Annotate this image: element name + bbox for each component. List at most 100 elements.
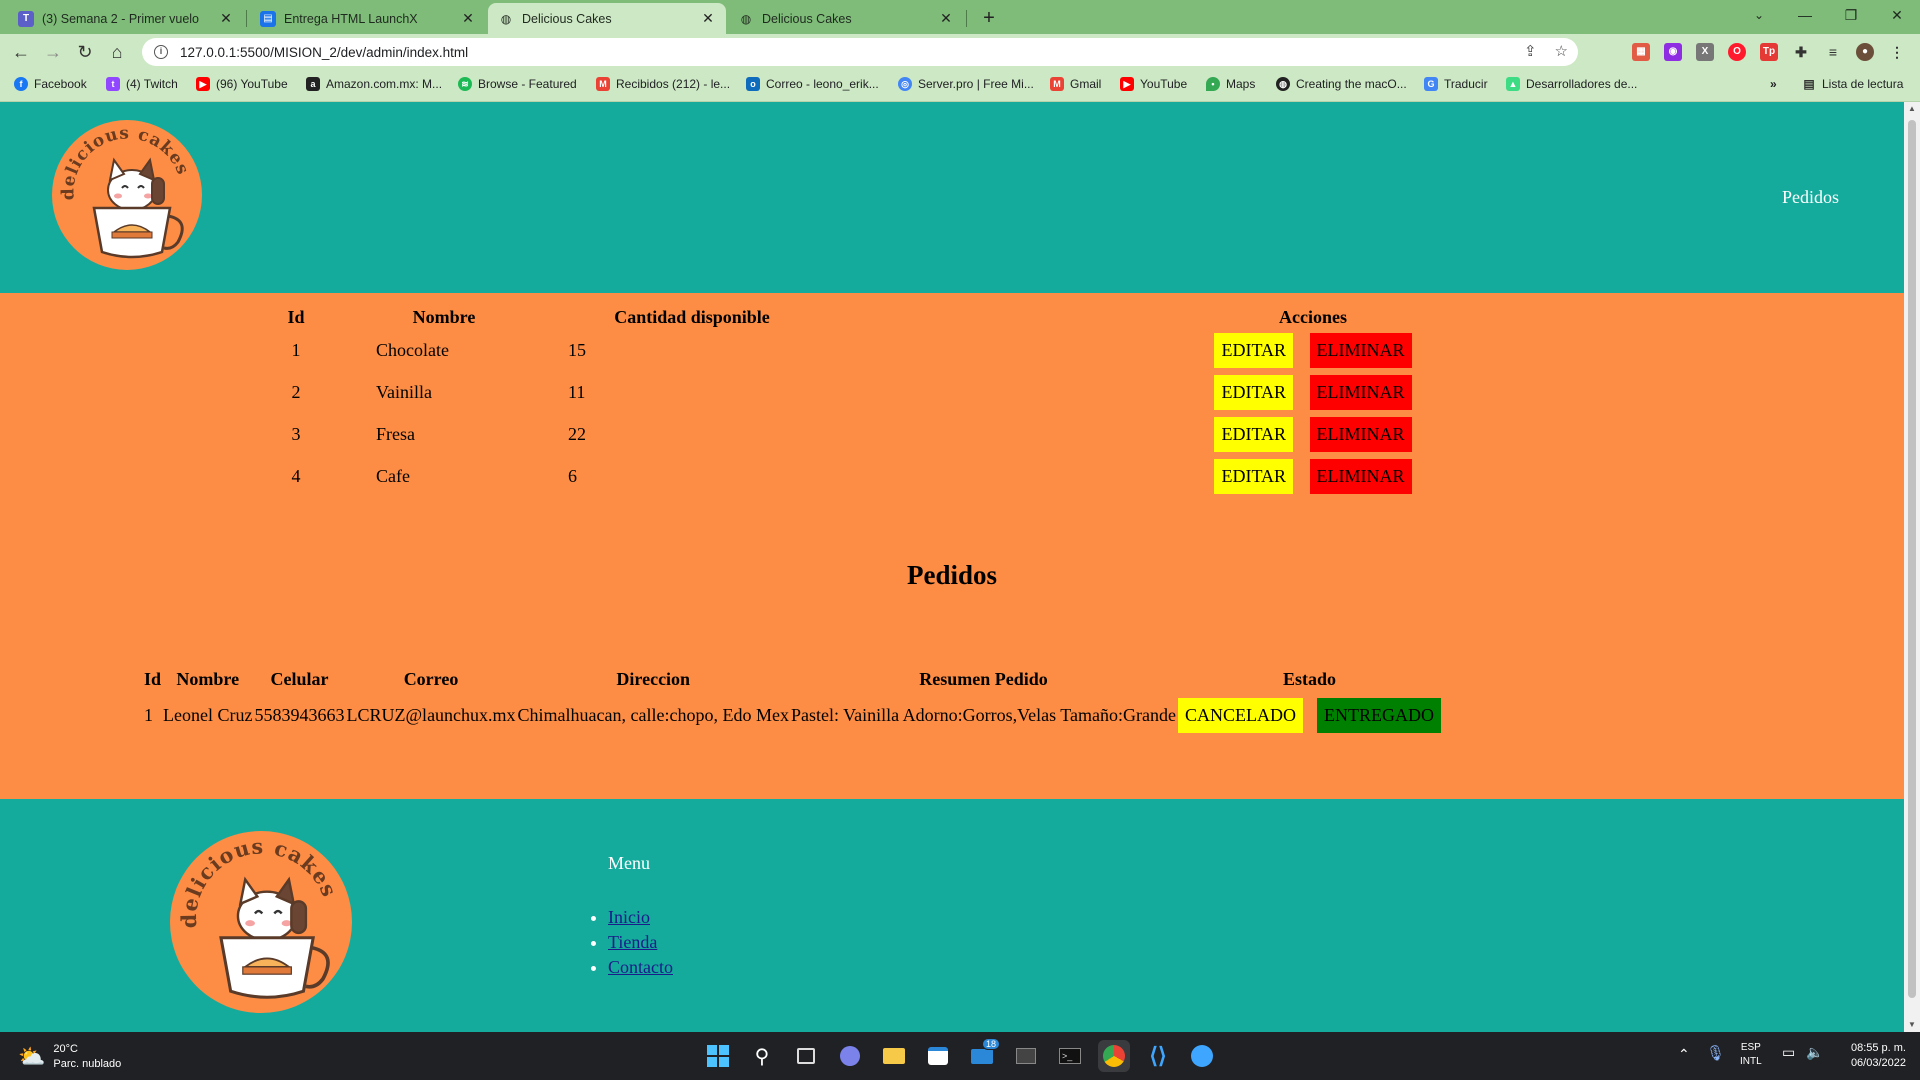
bookmark-facebook[interactable]: f Facebook [14,77,87,91]
opera-extension-icon[interactable]: O [1728,43,1746,61]
delete-button[interactable]: ELIMINAR [1309,458,1412,494]
cell-celular: 5583943663 [254,705,345,725]
site-info-icon[interactable]: i [154,45,168,59]
close-tab-icon[interactable]: ✕ [218,10,234,27]
task-view-icon[interactable] [790,1040,822,1072]
bookmark-youtube[interactable]: ▶ YouTube [1120,77,1187,91]
bookmark-serverpro[interactable]: ◎ Server.pro | Free Mi... [898,77,1034,91]
microsoft-store-icon[interactable] [922,1040,954,1072]
chrome-icon[interactable] [1098,1040,1130,1072]
extension-icon[interactable]: Tp [1760,43,1778,61]
new-tab-button[interactable]: + [976,5,1002,31]
scrollbar-thumb[interactable] [1908,120,1916,998]
clock-time: 08:55 p. m. [1850,1042,1906,1054]
scroll-down-icon[interactable]: ▼ [1904,1018,1920,1032]
scroll-up-icon[interactable]: ▲ [1904,102,1920,116]
tab-delicious-cakes-active[interactable]: ◍ Delicious Cakes ✕ [488,3,726,34]
browser-app-icon[interactable] [1186,1040,1218,1072]
back-icon[interactable]: ← [8,39,34,65]
bookmark-maps[interactable]: • Maps [1206,77,1255,91]
bookmark-translate[interactable]: G Traducir [1424,77,1488,91]
microphone-icon[interactable]: 🎙 [1706,1044,1725,1062]
weather-widget[interactable]: ⛅ 20°C Parc. nublado [18,1042,121,1072]
more-bookmarks-icon[interactable]: » [1770,77,1777,91]
search-icon[interactable]: ⚲ [746,1040,778,1072]
address-bar[interactable]: i 127.0.0.1:5500/MISION_2/dev/admin/inde… [142,38,1578,66]
bookmark-gmail[interactable]: M Gmail [1050,77,1101,91]
tab-launchx[interactable]: ▤ Entrega HTML LaunchX ✕ [250,3,486,34]
delete-button[interactable]: ELIMINAR [1309,416,1412,452]
teams-icon: T [18,10,34,27]
youtube-icon: ▶ [1120,77,1134,91]
mail-icon[interactable]: 18 [966,1038,1000,1072]
tab-teams[interactable]: T (3) Semana 2 - Primer vuelo ✕ [8,3,244,34]
restore-button[interactable]: ❐ [1828,0,1874,30]
close-tab-icon[interactable]: ✕ [460,10,476,27]
bookmark-star-icon[interactable]: ☆ [1555,42,1568,60]
terminal-icon[interactable]: >_ [1054,1040,1086,1072]
teams-chat-icon[interactable] [834,1040,866,1072]
delicious-cakes-logo[interactable]: delicious cakes [52,120,202,270]
menu-kebab-icon[interactable]: ⋮ [1888,43,1906,61]
share-icon[interactable]: ⇪ [1524,42,1537,60]
volume-icon[interactable]: 🔈 [1806,1044,1823,1061]
file-explorer-icon[interactable] [878,1040,910,1072]
cell-nombre: Vainilla [376,381,432,402]
bookmark-android-dev[interactable]: ▲ Desarrolladores de... [1506,77,1637,91]
delivered-button[interactable]: ENTREGADO [1316,698,1441,733]
nav-link-pedidos[interactable]: Pedidos [1782,187,1839,208]
reload-icon[interactable]: ↻ [72,39,98,65]
cell-estado-cancel: CANCELADO [1177,698,1303,733]
edit-button[interactable]: EDITAR [1214,374,1294,410]
footer-link-contacto[interactable]: Contacto [608,957,673,977]
forward-icon[interactable]: → [40,39,66,65]
extension-icon[interactable]: ▦ [1632,43,1650,61]
media-control-icon[interactable]: ≡ [1824,43,1842,61]
home-icon[interactable]: ⌂ [104,39,130,65]
cell-resumen: Pastel: Vainilla Adorno:Gorros,Velas Tam… [790,705,1176,725]
page-scrollbar[interactable]: ▲ ▼ [1904,102,1920,1032]
extension-icon[interactable]: X [1696,43,1714,61]
reading-list[interactable]: ▤ Lista de lectura [1802,77,1903,91]
delete-button[interactable]: ELIMINAR [1309,374,1412,410]
edit-button[interactable]: EDITAR [1214,458,1294,494]
bookmark-twitch[interactable]: t (4) Twitch [106,77,178,91]
bookmark-label: Server.pro | Free Mi... [918,77,1034,91]
keyboard-layout: INTL [1740,1056,1762,1067]
bookmark-label: (96) YouTube [216,77,288,91]
edit-button[interactable]: EDITAR [1214,416,1294,452]
clock[interactable]: 08:55 p. m. 06/03/2022 [1836,1041,1906,1071]
tab-search-icon[interactable]: ⌄ [1736,0,1782,30]
profile-avatar-icon[interactable]: ● [1856,43,1874,61]
col-header-estado: Estado [1282,668,1336,689]
bookmark-spotify[interactable]: ≋ Browse - Featured [458,77,577,91]
close-window-button[interactable]: ✕ [1874,0,1920,30]
col-header-correo: Correo [403,668,459,689]
show-hidden-icons-icon[interactable]: ⌃ [1678,1046,1690,1063]
windows-start-icon[interactable] [702,1040,734,1072]
cancelled-button[interactable]: CANCELADO [1177,698,1303,733]
cell-cantidad: 6 [568,465,577,486]
minimize-button[interactable]: — [1782,0,1828,30]
tab-delicious-cakes[interactable]: ◍ Delicious Cakes ✕ [728,3,964,34]
close-tab-icon[interactable]: ✕ [700,10,716,27]
puzzle-icon[interactable]: ✚ [1792,43,1810,61]
edit-button[interactable]: EDITAR [1214,332,1294,368]
bookmark-outlook[interactable]: o Correo - leono_erik... [746,77,879,91]
bookmark-gmail-inbox[interactable]: M Recibidos (212) - le... [596,77,730,91]
network-icon[interactable]: ▭ [1782,1044,1795,1061]
close-tab-icon[interactable]: ✕ [938,10,954,27]
cell-nombre: Leonel Cruz [163,705,253,725]
bookmark-amazon[interactable]: a Amazon.com.mx: M... [306,77,442,91]
footer-link-inicio[interactable]: Inicio [608,907,650,927]
calculator-icon[interactable] [1010,1040,1042,1072]
vscode-icon[interactable]: ⟨⟩ [1142,1040,1174,1072]
col-header-celular: Celular [270,668,329,689]
footer-link-tienda[interactable]: Tienda [608,932,657,952]
language-indicator[interactable]: ESP INTL [1740,1041,1762,1069]
page-viewport: delicious cakes Pedidos Id Nombre Cantid… [0,102,1904,1032]
extension-icon[interactable]: ◉ [1664,43,1682,61]
bookmark-macos[interactable]: ◍ Creating the macO... [1276,77,1407,91]
bookmark-youtube-96[interactable]: ▶ (96) YouTube [196,77,288,91]
delete-button[interactable]: ELIMINAR [1309,332,1412,368]
